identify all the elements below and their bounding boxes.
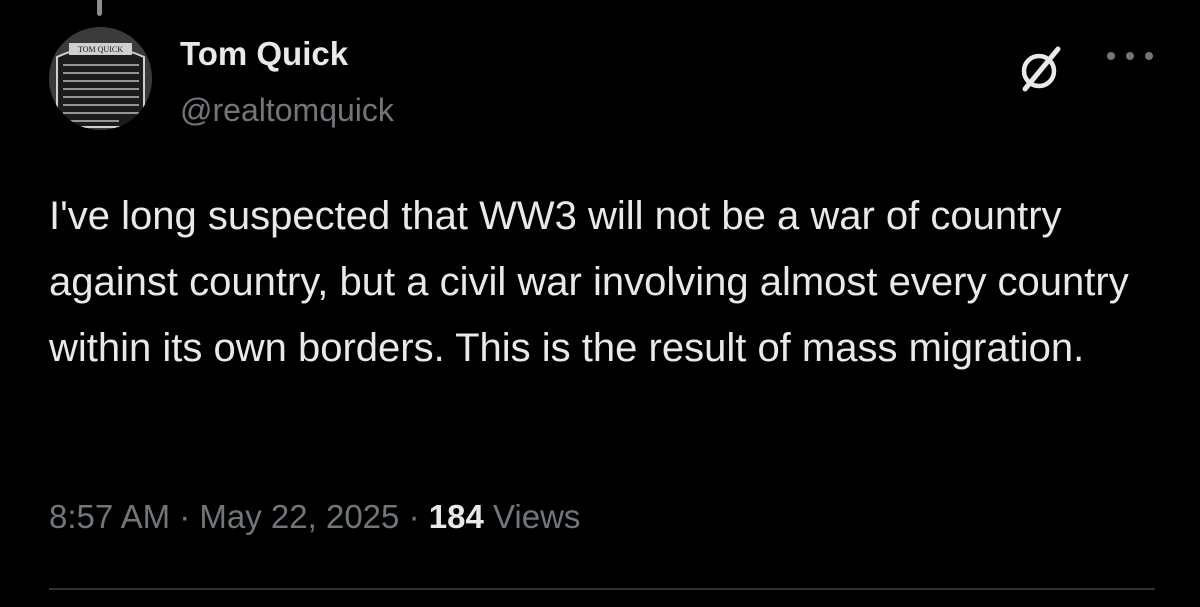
- views-count[interactable]: 184: [429, 498, 484, 535]
- meta-separator: ·: [179, 498, 191, 535]
- avatar[interactable]: TOM QUICK: [49, 27, 152, 130]
- meta-separator: ·: [408, 498, 420, 535]
- thread-connector-line: [97, 0, 102, 16]
- author-display-name[interactable]: Tom Quick: [180, 34, 348, 74]
- divider: [49, 588, 1155, 590]
- historical-marker-avatar-image: TOM QUICK: [49, 27, 152, 130]
- views-label: Views: [492, 498, 581, 535]
- tweet-date[interactable]: May 22, 2025: [199, 498, 399, 535]
- author-handle[interactable]: @realtomquick: [180, 90, 394, 130]
- avatar-sign-title: TOM QUICK: [78, 45, 123, 54]
- more-options-icon[interactable]: [1101, 44, 1159, 68]
- tweet-meta: 8:57 AM · May 22, 2025 · 184 Views: [49, 497, 580, 537]
- tweet-text: I've long suspected that WW3 will not be…: [49, 194, 1129, 370]
- tweet-time[interactable]: 8:57 AM: [49, 498, 170, 535]
- grok-icon[interactable]: [1016, 44, 1066, 94]
